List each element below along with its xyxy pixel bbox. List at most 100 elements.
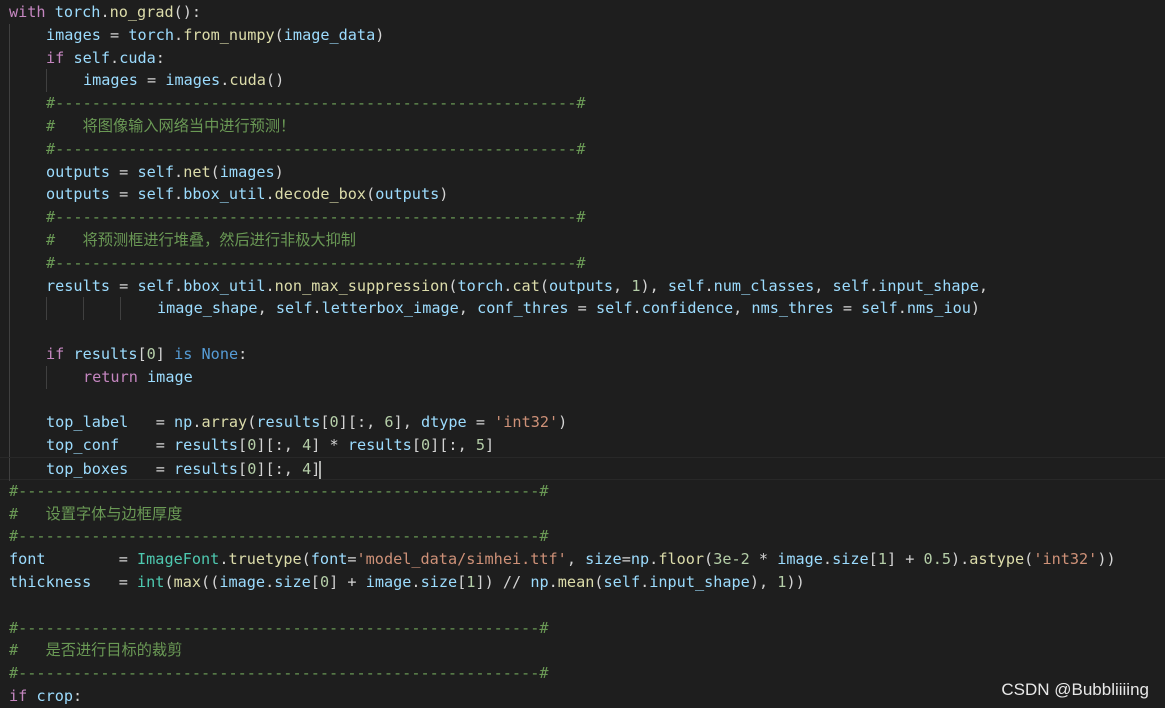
code-token: nms_thres [751,299,834,318]
code-token: font [9,550,46,569]
code-line[interactable]: # 将图像输入网络当中进行预测！ [0,115,1165,138]
code-line[interactable]: top_boxes = results[0][:, 4] [0,457,1165,481]
code-text: # 设置字体与边框厚度 [9,503,182,526]
code-text: outputs = self.bbox_util.decode_box(outp… [46,183,448,206]
code-line[interactable]: # 是否进行目标的裁剪 [0,639,1165,662]
code-line[interactable]: if self.cuda: [0,46,1165,70]
code-token: # 是否进行目标的裁剪 [9,641,183,660]
code-line[interactable]: thickness = int(max((image.size[0] + ima… [0,571,1165,594]
code-token: ( [539,276,549,295]
code-token: top_conf [46,436,120,455]
code-token: (( [201,573,220,591]
code-line[interactable]: with torch.no_grad(): [0,1,1165,24]
code-line[interactable]: top_label = np.array(results[0][:, 6], d… [0,411,1165,435]
code-line[interactable]: outputs = self.bbox_util.decode_box(outp… [0,183,1165,207]
code-token: net [183,162,211,181]
code-token: ] [256,460,266,478]
code-text: #---------------------------------------… [9,480,548,503]
code-token: nms_iou [906,299,971,318]
code-token: = [119,436,175,455]
code-token: . [174,162,184,181]
code-token: outputs [549,276,614,295]
code-token: mean [557,573,595,591]
code-text: #---------------------------------------… [46,206,585,229]
code-token: #---------------------------------------… [46,139,586,158]
code-token: ( [301,550,311,569]
code-line[interactable]: #---------------------------------------… [0,525,1165,548]
code-line[interactable]: return image [0,365,1165,389]
code-token: confidence [641,299,734,318]
code-token: cat [512,276,540,295]
code-token: self [832,276,870,295]
indent-guide [9,343,10,366]
code-line[interactable]: outputs = self.net(images) [0,160,1165,184]
code-token: (): [173,3,202,21]
code-token: ( [366,185,376,204]
code-token: . [174,25,184,44]
code-line[interactable]: #---------------------------------------… [0,662,1165,685]
code-line[interactable]: # 设置字体与边框厚度 [0,503,1165,526]
code-token: ][:, [256,436,303,455]
code-token: outputs [46,185,111,204]
code-line[interactable]: #---------------------------------------… [0,617,1165,640]
code-text: font = ImageFont.truetype(font='model_da… [9,548,1116,571]
code-line[interactable]: image_shape, self.letterbox_image, conf_… [0,297,1165,321]
code-token: outputs [375,185,440,204]
code-text: if results[0] is None: [46,343,247,366]
code-token: ] * [311,436,348,455]
code-token: [ [238,436,248,455]
code-text: image_shape, self.letterbox_image, conf_… [157,297,980,320]
code-line[interactable]: results = self.bbox_util.non_max_suppres… [0,274,1165,298]
code-line[interactable]: font = ImageFont.truetype(font='model_da… [0,548,1165,571]
code-token: 5 [475,436,486,455]
code-token: image [147,367,193,386]
code-line[interactable]: #---------------------------------------… [0,92,1165,115]
code-token: = [110,162,138,181]
code-text: if self.cuda: [46,47,165,70]
code-line[interactable] [0,320,1165,343]
code-token: () [265,71,285,90]
code-line[interactable]: images = images.cuda() [0,69,1165,93]
code-token: 'model_data/simhei.ttf' [356,550,567,569]
code-line[interactable] [0,594,1165,617]
code-token: #---------------------------------------… [9,481,549,500]
code-line[interactable]: images = torch.from_numpy(image_data) [0,23,1165,47]
code-line[interactable]: #---------------------------------------… [0,251,1165,275]
code-line[interactable]: # 将预测框进行堆叠，然后进行非极大抑制 [0,229,1165,252]
code-token: np [174,413,193,432]
code-token: conf_thres [477,299,569,318]
code-text: # 将预测框进行堆叠，然后进行非极大抑制 [46,229,356,252]
code-token: 3e-2 [713,550,750,569]
indent-guide [46,297,47,321]
code-token: = [128,460,175,478]
code-token: size [585,550,622,569]
code-token: . [869,276,879,295]
code-token: input_shape [878,276,979,295]
code-line[interactable]: #---------------------------------------… [0,480,1165,503]
code-text: top_label = np.array(results[0][:, 6], d… [46,411,567,434]
code-token: . [548,573,558,591]
code-text: # 将图像输入网络当中进行预测！ [46,115,295,138]
code-token: . [822,550,833,569]
code-token: . [220,71,230,90]
code-token: decode_box [274,185,367,204]
code-token: [ [411,436,421,455]
code-line[interactable]: #---------------------------------------… [0,137,1165,161]
code-line[interactable]: top_conf = results[0][:, 4] * results[0]… [0,434,1165,457]
code-token: . [640,573,650,591]
code-line[interactable] [0,388,1165,412]
code-token: truetype [228,550,302,569]
code-token: with [9,3,46,21]
code-line[interactable]: if results[0] is None: [0,343,1165,366]
code-token: self [861,299,898,318]
code-token: ] [155,345,175,363]
code-token: letterbox_image [321,299,459,318]
indent-guide [46,365,47,389]
code-editor[interactable]: with torch.no_grad(): images = torch.from… [0,0,1165,708]
code-line[interactable]: if crop: [0,685,1165,708]
code-line[interactable]: #---------------------------------------… [0,206,1165,229]
code-token: . [649,550,659,569]
code-token: ), [749,573,778,591]
code-token: ( [448,276,458,295]
